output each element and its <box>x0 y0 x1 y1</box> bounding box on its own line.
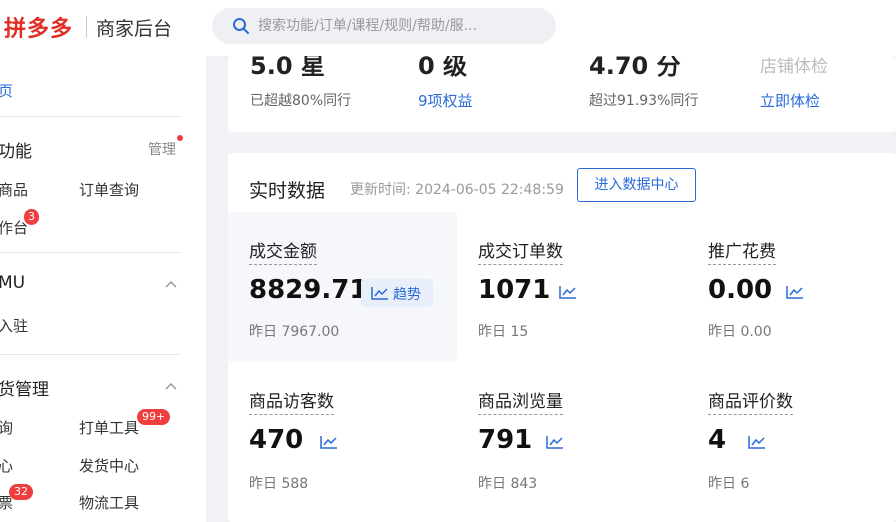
sidebar: 页 功能 管理 商品 订单查询 作台 3 MU 入驻 货管理 询 打单工具 99… <box>0 56 206 522</box>
metric-prev-gmv: 昨日 7967.00 <box>249 324 340 340</box>
trend-chart-icon[interactable] <box>320 435 338 449</box>
trend-chart-icon[interactable] <box>748 435 766 449</box>
metric-prev-reviews: 昨日 6 <box>708 476 750 492</box>
trend-chart-icon[interactable] <box>786 285 804 299</box>
top-bar: 拼多多 商家后台 <box>0 0 896 56</box>
sidebar-item-shipping-center[interactable]: 发货中心 <box>79 455 139 476</box>
sidebar-divider <box>0 252 180 253</box>
trend-label: 趋势 <box>393 287 421 303</box>
checkup-now-link[interactable]: 立即体检 <box>760 90 820 111</box>
metric-label-visitors[interactable]: 商品访客数 <box>249 387 334 415</box>
sidebar-item-print-tool[interactable]: 打单工具 <box>79 417 139 438</box>
sidebar-section-common: 功能 <box>0 142 32 162</box>
metric-value-gmv: 8829.71 <box>249 275 368 305</box>
metric-prev-promo-spend: 昨日 0.00 <box>708 324 772 340</box>
print-tool-badge: 99+ <box>137 409 171 425</box>
enter-data-center-button[interactable]: 进入数据中心 <box>577 168 696 202</box>
trend-chart-icon[interactable] <box>559 285 577 299</box>
sidebar-item-home[interactable]: 页 <box>0 80 13 101</box>
metric-value-promo-spend: 0.00 <box>708 275 773 305</box>
rating-sub: 已超越80%同行 <box>250 93 352 109</box>
metric-label-pageviews[interactable]: 商品浏览量 <box>478 387 563 415</box>
metric-value-pageviews: 791 <box>478 425 533 455</box>
ticket-badge: 32 <box>9 484 33 500</box>
workbench-badge: 3 <box>24 209 39 225</box>
sidebar-section-shipping[interactable]: 货管理 <box>0 375 49 400</box>
update-time: 更新时间: 2024-06-05 22:48:59 <box>350 182 564 198</box>
sidebar-item-goods[interactable]: 商品 <box>0 179 28 200</box>
realtime-title: 实时数据 <box>249 180 326 202</box>
search-box[interactable] <box>212 8 556 44</box>
sidebar-item-settle-in[interactable]: 入驻 <box>0 315 28 336</box>
trend-chart-icon <box>371 287 388 300</box>
chevron-up-icon[interactable] <box>164 381 178 391</box>
pinduoduo-logo[interactable]: 拼多多 <box>4 11 73 43</box>
logo-divider <box>86 16 87 38</box>
score-value: 4.70 分 <box>589 56 681 80</box>
sidebar-divider <box>0 354 180 355</box>
sidebar-divider <box>0 116 180 117</box>
benefits-link[interactable]: 9项权益 <box>418 90 473 111</box>
metric-prev-orders: 昨日 15 <box>478 324 529 340</box>
sidebar-item-logistics-tool[interactable]: 物流工具 <box>79 492 139 513</box>
sidebar-manage-link[interactable]: 管理 <box>148 139 176 159</box>
shop-checkup-label: 店铺体检 <box>760 57 828 77</box>
sidebar-item-order-query[interactable]: 订单查询 <box>79 179 139 200</box>
metric-prev-visitors: 昨日 588 <box>249 476 309 492</box>
metric-value-orders: 1071 <box>478 275 551 305</box>
merchant-backend-title: 商家后台 <box>96 18 173 40</box>
metric-value-reviews: 4 <box>708 425 727 455</box>
sidebar-section-temu[interactable]: MU <box>0 273 25 293</box>
metric-label-reviews[interactable]: 商品评价数 <box>708 387 793 415</box>
metric-value-visitors: 470 <box>249 425 304 455</box>
trend-chart-icon[interactable] <box>546 435 564 449</box>
shop-stats-card: 5.0 星 已超越80%同行 0 级 9项权益 4.70 分 超过91.93%同… <box>228 56 896 132</box>
sidebar-item-center[interactable]: 心 <box>0 455 13 476</box>
score-sub: 超过91.93%同行 <box>589 93 699 109</box>
trend-button[interactable]: 趋势 <box>361 279 433 307</box>
metric-prev-pageviews: 昨日 843 <box>478 476 538 492</box>
search-icon <box>233 18 249 34</box>
sidebar-item-order-inquiry[interactable]: 询 <box>0 417 13 438</box>
metric-label-gmv[interactable]: 成交金额 <box>249 237 317 265</box>
metric-label-promo-spend[interactable]: 推广花费 <box>708 237 776 265</box>
level-value: 0 级 <box>418 56 468 80</box>
rating-value: 5.0 星 <box>250 56 325 80</box>
metric-label-orders[interactable]: 成交订单数 <box>478 237 563 265</box>
notification-dot <box>177 135 183 141</box>
realtime-data-card: 实时数据 更新时间: 2024-06-05 22:48:59 进入数据中心 成交… <box>228 153 896 522</box>
search-input[interactable] <box>258 8 548 44</box>
chevron-up-icon[interactable] <box>164 279 178 289</box>
